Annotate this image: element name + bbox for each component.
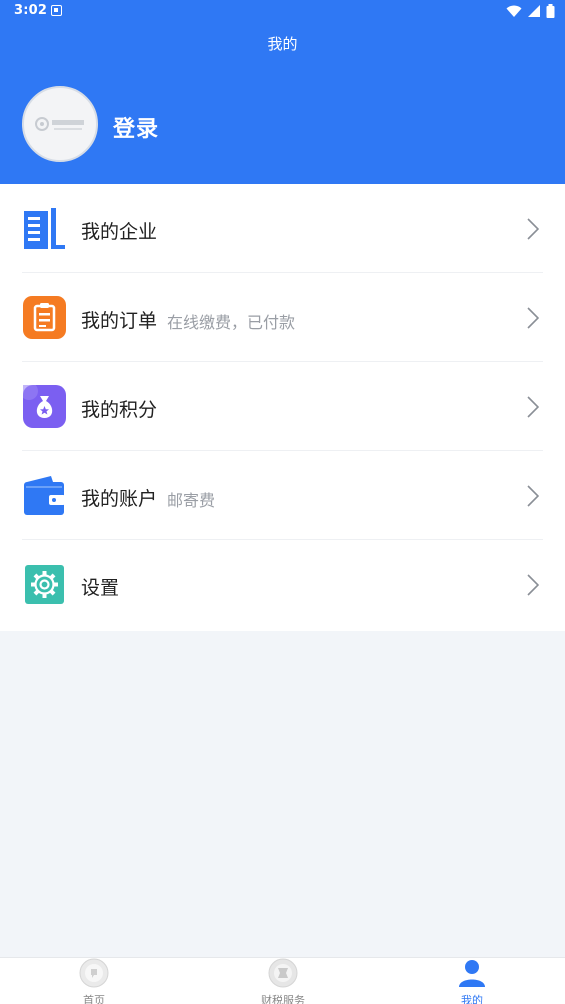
- avatar[interactable]: [22, 86, 98, 162]
- service-icon: [268, 958, 298, 988]
- chevron-right-icon: [527, 485, 539, 507]
- menu-item-subtitle: 在线缴费，已付款: [167, 313, 296, 332]
- chevron-right-icon: [527, 574, 539, 596]
- company-logo-icon: [35, 117, 84, 131]
- chevron-right-icon: [527, 218, 539, 240]
- gear-icon: [25, 565, 64, 604]
- profile-screen: 3:02 我的 登录 我的企业 我的订单 在线缴费，已付款 我的积分 我的账户 …: [0, 0, 565, 1004]
- status-time: 3:02: [14, 3, 48, 18]
- menu-item-label: 我的账户: [81, 488, 158, 510]
- building-icon: [24, 208, 65, 249]
- menu-item-my-account[interactable]: 我的账户 邮寄费: [0, 451, 565, 540]
- clipboard-icon: [23, 296, 66, 339]
- menu-item-my-orders[interactable]: 我的订单 在线缴费，已付款: [0, 273, 565, 362]
- tab-home[interactable]: 首页: [34, 958, 154, 1004]
- home-icon: [79, 958, 109, 988]
- status-bar: 3:02: [0, 0, 565, 24]
- tab-label: 我的: [461, 994, 483, 1004]
- menu-item-label: 设置: [81, 577, 120, 599]
- tab-mine[interactable]: 我的: [412, 958, 532, 1004]
- menu-item-settings[interactable]: 设置: [0, 540, 565, 629]
- battery-icon: [546, 4, 555, 18]
- menu-item-subtitle: 邮寄费: [167, 491, 216, 510]
- chevron-right-icon: [527, 307, 539, 329]
- status-icons: [506, 4, 555, 18]
- person-icon: [459, 960, 485, 987]
- money-bag-icon: [23, 385, 66, 428]
- menu-item-label: 我的订单: [81, 310, 158, 332]
- menu-item-label: 我的企业: [81, 221, 158, 243]
- chevron-right-icon: [527, 396, 539, 418]
- bottom-nav: 首页 财税服务 我的: [0, 957, 565, 1004]
- wifi-icon: [506, 5, 522, 17]
- header: 3:02 我的 登录: [0, 0, 565, 184]
- menu-list: 我的企业 我的订单 在线缴费，已付款 我的积分 我的账户 邮寄费 设置: [0, 184, 565, 631]
- notification-icon: [51, 5, 62, 16]
- page-title: 我的: [267, 35, 298, 53]
- tab-label: 首页: [83, 994, 105, 1004]
- tab-services[interactable]: 财税服务: [223, 958, 343, 1004]
- tab-label: 财税服务: [261, 994, 305, 1004]
- menu-item-my-company[interactable]: 我的企业: [0, 184, 565, 273]
- wallet-icon: [24, 476, 65, 515]
- menu-item-my-points[interactable]: 我的积分: [0, 362, 565, 451]
- signal-icon: [527, 5, 540, 17]
- menu-item-label: 我的积分: [81, 399, 158, 421]
- login-link[interactable]: 登录: [113, 111, 159, 143]
